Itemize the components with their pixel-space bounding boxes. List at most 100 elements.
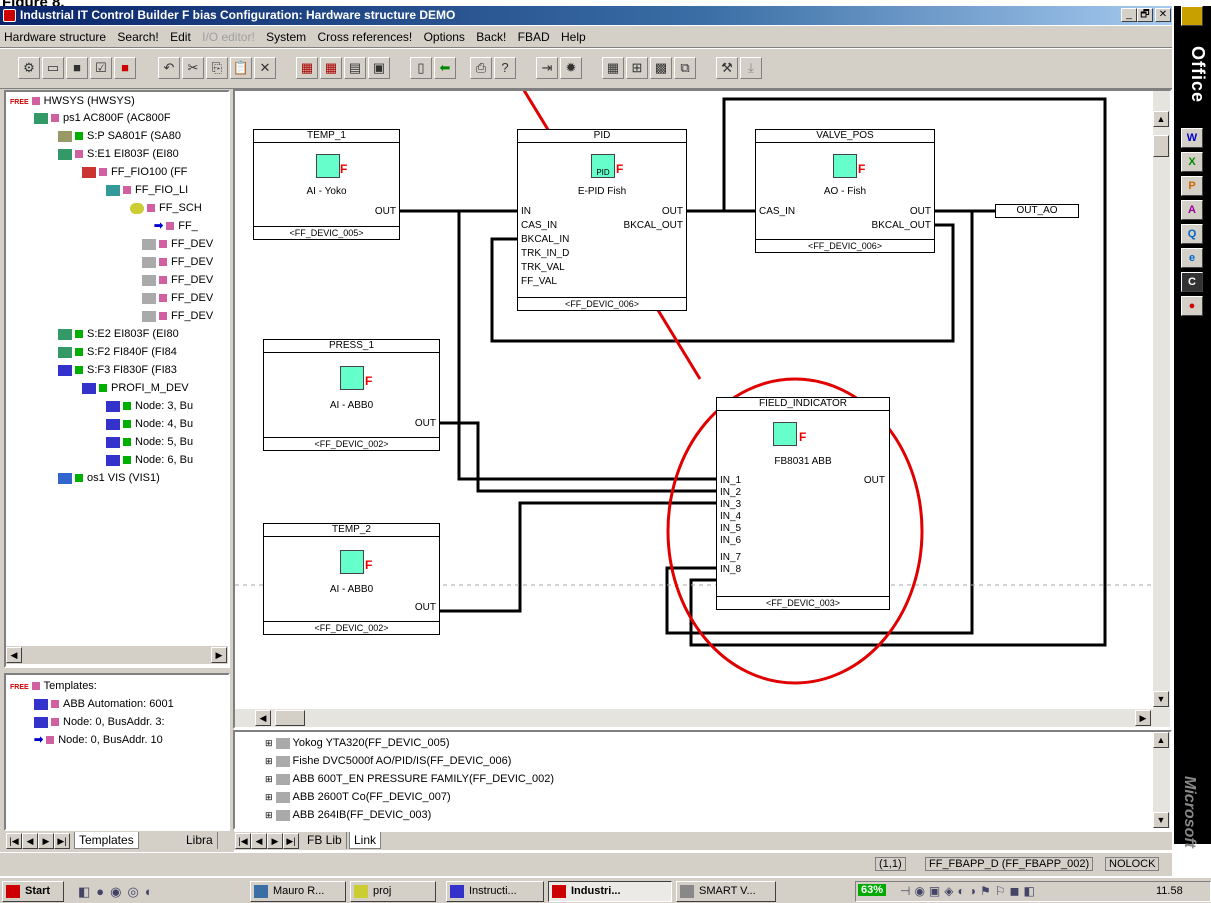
tree-node[interactable]: S:E2 EI803F (EI80: [58, 325, 179, 343]
fb-valve-pos[interactable]: VALVE_POS F AO - Fish CAS_IN OUT BKCAL_O…: [755, 129, 935, 253]
link-icon[interactable]: ⧉: [674, 57, 696, 79]
menu-edit[interactable]: Edit: [166, 26, 195, 44]
tree-icon[interactable]: ⊞: [626, 57, 648, 79]
hardware-tree[interactable]: FREE HWSYS (HWSYS) ps1 AC800F (AC800F S:P…: [4, 90, 230, 668]
minimize-button[interactable]: _: [1121, 8, 1137, 22]
start-button[interactable]: Start: [2, 881, 64, 902]
out-ao-tag[interactable]: OUT_AO: [995, 204, 1079, 218]
tray-icons[interactable]: ⊣◉▣◈◐◑⚑⚐◼◧: [900, 884, 1039, 898]
tab-templates[interactable]: Templates: [74, 832, 139, 849]
scroll-up-icon[interactable]: ▲: [1153, 732, 1169, 748]
cmd-icon[interactable]: C: [1181, 272, 1203, 292]
tree-node[interactable]: FF_SCH: [130, 199, 202, 217]
tree-node[interactable]: FF_FIO_LI: [106, 181, 188, 199]
tab-last-icon[interactable]: ▶|: [283, 833, 299, 849]
tree-node[interactable]: Node: 0, BusAddr. 3:: [34, 713, 165, 731]
check-icon[interactable]: ☑: [90, 57, 112, 79]
sun-icon[interactable]: ✹: [560, 57, 582, 79]
help-icon[interactable]: ?: [494, 57, 516, 79]
canvas-hscrollbar[interactable]: ◀ ▶: [235, 709, 1170, 727]
scroll-down-icon[interactable]: ▼: [1153, 691, 1169, 707]
network-icon[interactable]: ▩: [650, 57, 672, 79]
tree-node[interactable]: Node: 6, Bu: [106, 451, 193, 469]
tab-last-icon[interactable]: ▶|: [54, 833, 70, 849]
tree-node[interactable]: FF_DEV: [142, 307, 213, 325]
menu-fbad[interactable]: FBAD: [514, 26, 554, 44]
compile-icon[interactable]: ⚒: [716, 57, 738, 79]
save-icon[interactable]: ■: [66, 57, 88, 79]
fbad-canvas[interactable]: TEMP_1 F AI - Yoko OUT <FF_DEVIC_005> PI…: [233, 89, 1172, 729]
tab-prev-icon[interactable]: ◀: [22, 833, 38, 849]
menu-back[interactable]: Back!: [472, 26, 510, 44]
tree-hscrollbar[interactable]: ◀ ▶: [6, 646, 228, 664]
copy-icon[interactable]: ⎘: [206, 57, 228, 79]
cut-icon[interactable]: ✂: [182, 57, 204, 79]
fb-field-indicator[interactable]: FIELD_INDICATOR F FB8031 ABB IN_1 IN_2 I…: [716, 397, 890, 610]
restore-button[interactable]: 🗗: [1137, 8, 1153, 22]
tree-node[interactable]: ps1 AC800F (AC800F: [34, 109, 171, 127]
office-menu-icon[interactable]: [1181, 6, 1203, 26]
fb-pid[interactable]: PID PID F E-PID Fish IN CAS_IN BKCAL_IN …: [517, 129, 687, 311]
powerpoint-icon[interactable]: P: [1181, 176, 1203, 196]
scroll-thumb[interactable]: [1153, 135, 1169, 157]
scroll-right-icon[interactable]: ▶: [1135, 710, 1151, 726]
tab-next-icon[interactable]: ▶: [267, 833, 283, 849]
grid2-icon[interactable]: ▦: [320, 57, 342, 79]
ie-icon[interactable]: e: [1181, 248, 1203, 268]
tree-node[interactable]: ➡ Node: 0, BusAddr. 10: [34, 731, 163, 749]
tree-node[interactable]: S:F2 FI840F (FI84: [58, 343, 177, 361]
layout-icon[interactable]: ▤: [344, 57, 366, 79]
scroll-left-icon[interactable]: ◀: [6, 647, 22, 663]
paste-icon[interactable]: 📋: [230, 57, 252, 79]
config-icon[interactable]: ▦: [602, 57, 624, 79]
tree-node[interactable]: FF_DEV: [142, 289, 213, 307]
list-vscrollbar[interactable]: ▲ ▼: [1153, 732, 1170, 828]
delete-icon[interactable]: ✕: [254, 57, 276, 79]
menu-io-editor[interactable]: I/O editor!: [198, 26, 259, 44]
menu-options[interactable]: Options: [420, 26, 469, 44]
battery-indicator[interactable]: 63%: [858, 884, 887, 896]
fb-temp2[interactable]: TEMP_2 F AI - ABB0 OUT <FF_DEVIC_002>: [263, 523, 440, 635]
tool-icon[interactable]: ⚙: [18, 57, 40, 79]
tab-link[interactable]: Link: [349, 832, 382, 849]
menu-help[interactable]: Help: [557, 26, 590, 44]
tree-node[interactable]: FF_DEV: [142, 253, 213, 271]
window-icon[interactable]: ▣: [368, 57, 390, 79]
menu-cross-references[interactable]: Cross references!: [314, 26, 417, 44]
close-button[interactable]: ✕: [1155, 8, 1171, 22]
scroll-thumb[interactable]: [275, 710, 305, 726]
tree-node[interactable]: ABB Automation: 6001: [34, 695, 174, 713]
device-item[interactable]: ⊞ Yokog YTA320(FF_DEVIC_005): [265, 734, 450, 752]
canvas-vscrollbar[interactable]: ▲ ▼: [1153, 91, 1170, 711]
task-instructions[interactable]: Instructi...: [446, 881, 544, 902]
word-icon[interactable]: W: [1181, 128, 1203, 148]
device-list[interactable]: ⊞ Yokog YTA320(FF_DEVIC_005) ⊞ Fishe DVC50…: [233, 730, 1172, 830]
device-item[interactable]: ⊞ ABB 264IB(FF_DEVIC_003): [265, 806, 431, 824]
tab-first-icon[interactable]: |◀: [6, 833, 22, 849]
tree-node[interactable]: os1 VIS (VIS1): [58, 469, 160, 487]
scroll-right-icon[interactable]: ▶: [211, 647, 227, 663]
task-proj[interactable]: proj: [350, 881, 436, 902]
templates-tree[interactable]: FREE Templates: ABB Automation: 6001 Node…: [4, 673, 230, 831]
device-item[interactable]: ⊞ ABB 600T_EN PRESSURE FAMILY(FF_DEVIC_00…: [265, 770, 554, 788]
tree-node[interactable]: S:F3 FI830F (FI83: [58, 361, 177, 379]
tab-first-icon[interactable]: |◀: [235, 833, 251, 849]
task-smart[interactable]: SMART V...: [676, 881, 776, 902]
menu-hardware-structure[interactable]: Hardware structure: [0, 26, 110, 44]
scroll-down-icon[interactable]: ▼: [1153, 812, 1169, 828]
task-mauro[interactable]: Mauro R...: [250, 881, 346, 902]
tab-fb-lib[interactable]: FB Lib: [303, 832, 347, 849]
tree-node[interactable]: Node: 4, Bu: [106, 415, 193, 433]
tree-node[interactable]: FREE Templates:: [10, 677, 97, 695]
search-icon[interactable]: Q: [1181, 224, 1203, 244]
print-icon[interactable]: ⎙: [470, 57, 492, 79]
tab-next-icon[interactable]: ▶: [38, 833, 54, 849]
quick-launch-icons[interactable]: ◧●◉◎◐: [78, 884, 159, 900]
tree-node[interactable]: Node: 5, Bu: [106, 433, 193, 451]
back-arrow-icon[interactable]: ⬅: [434, 57, 456, 79]
scroll-left-icon[interactable]: ◀: [255, 710, 271, 726]
menu-search[interactable]: Search!: [113, 26, 162, 44]
tab-prev-icon[interactable]: ◀: [251, 833, 267, 849]
undo-icon[interactable]: ↶: [158, 57, 180, 79]
tree-node[interactable]: S:E1 EI803F (EI80: [58, 145, 179, 163]
